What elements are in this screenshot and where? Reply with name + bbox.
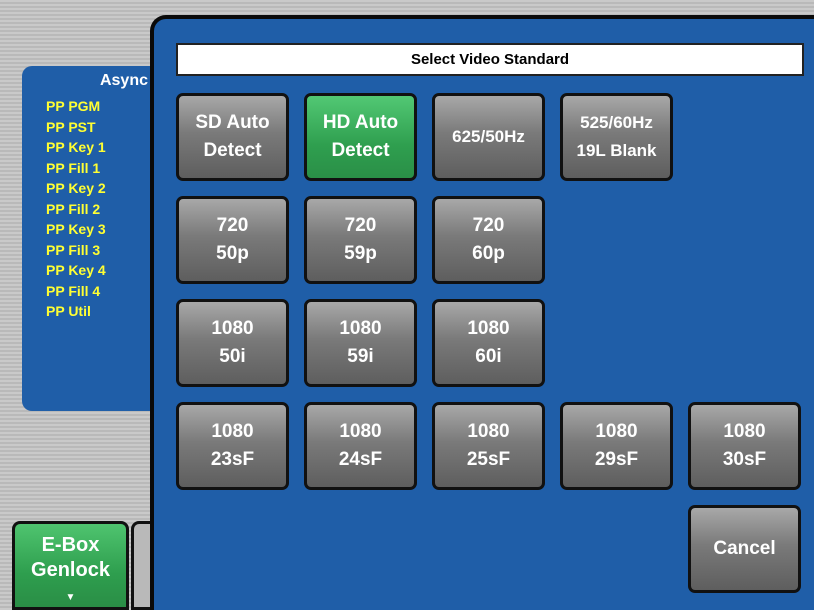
button-label-line2: 50p [216, 243, 249, 264]
button-label-line1: 720 [472, 215, 505, 236]
async-panel-title: Async [99, 72, 148, 89]
button-label-line1: 1080 [595, 421, 638, 442]
625-50hz-button[interactable]: 625/50Hz [432, 93, 545, 181]
button-label-line2: 24sF [338, 449, 383, 470]
button-label-line1: 1080 [467, 421, 510, 442]
button-label-line1: 525/60Hz [580, 113, 653, 132]
720-50p-button[interactable]: 720 50p [176, 196, 289, 284]
list-item[interactable]: PP Util [46, 301, 106, 322]
list-item[interactable]: PP Key 1 [46, 137, 106, 158]
button-label-line1: Cancel [713, 538, 776, 559]
1080-25sf-button[interactable]: 1080 25sF [432, 402, 545, 490]
1080-24sf-button[interactable]: 1080 24sF [304, 402, 417, 490]
button-label-line2: 59i [347, 346, 374, 367]
button-label-line2: 59p [344, 243, 377, 264]
select-video-standard-dialog: Select Video Standard SD Auto Detect HD … [150, 15, 814, 610]
1080-50i-button[interactable]: 1080 50i [176, 299, 289, 387]
1080-60i-button[interactable]: 1080 60i [432, 299, 545, 387]
list-item[interactable]: PP Key 2 [46, 178, 106, 199]
list-item[interactable]: PP Fill 3 [46, 240, 106, 261]
ebox-genlock-button[interactable]: E-Box Genlock ▼ [12, 521, 129, 610]
button-label-line1: SD Auto [195, 112, 270, 133]
button-label-line2: 30sF [722, 449, 767, 470]
button-label-line2: 29sF [594, 449, 639, 470]
button-label-line1: 1080 [467, 318, 510, 339]
1080-30sf-button[interactable]: 1080 30sF [688, 402, 801, 490]
1080-23sf-button[interactable]: 1080 23sF [176, 402, 289, 490]
hd-auto-detect-button[interactable]: HD Auto Detect [304, 93, 417, 181]
button-label-line2: 25sF [466, 449, 511, 470]
async-source-list: PP PGM PP PST PP Key 1 PP Fill 1 PP Key … [46, 96, 106, 322]
triangle-down-icon: ▼ [65, 592, 76, 603]
button-label-line2: Detect [331, 140, 390, 161]
720-60p-button[interactable]: 720 60p [432, 196, 545, 284]
1080-59i-button[interactable]: 1080 59i [304, 299, 417, 387]
button-label-line2: 60i [475, 346, 502, 367]
button-label-line1: HD Auto [322, 112, 399, 133]
async-panel: Async PP PGM PP PST PP Key 1 PP Fill 1 P… [22, 66, 162, 411]
button-label-line2: Detect [203, 140, 262, 161]
button-label-line1: 625/50Hz [452, 127, 525, 146]
dialog-title: Select Video Standard [176, 43, 804, 76]
button-label-line2: 23sF [210, 449, 255, 470]
1080-29sf-button[interactable]: 1080 29sF [560, 402, 673, 490]
list-item[interactable]: PP Key 4 [46, 260, 106, 281]
list-item[interactable]: PP Fill 4 [46, 281, 106, 302]
720-59p-button[interactable]: 720 59p [304, 196, 417, 284]
list-item[interactable]: PP Fill 1 [46, 158, 106, 179]
ebox-genlock-label-line2: Genlock [31, 559, 110, 581]
list-item[interactable]: PP PST [46, 117, 106, 138]
list-item[interactable]: PP Key 3 [46, 219, 106, 240]
button-label-line2: 50i [219, 346, 246, 367]
cancel-button[interactable]: Cancel [688, 505, 801, 593]
button-label-line1: 720 [344, 215, 377, 236]
ebox-genlock-label-line1: E-Box [41, 534, 100, 556]
sd-auto-detect-button[interactable]: SD Auto Detect [176, 93, 289, 181]
button-label-line1: 1080 [339, 421, 382, 442]
button-label-line1: 1080 [339, 318, 382, 339]
button-label-line1: 720 [216, 215, 249, 236]
button-label-line1: 1080 [211, 318, 254, 339]
button-label-line2: 60p [472, 243, 505, 264]
button-label-line1: 1080 [723, 421, 766, 442]
list-item[interactable]: PP PGM [46, 96, 106, 117]
525-60hz-19l-blank-button[interactable]: 525/60Hz 19L Blank [560, 93, 673, 181]
list-item[interactable]: PP Fill 2 [46, 199, 106, 220]
button-label-line2: 19L Blank [576, 141, 657, 160]
button-label-line1: 1080 [211, 421, 254, 442]
